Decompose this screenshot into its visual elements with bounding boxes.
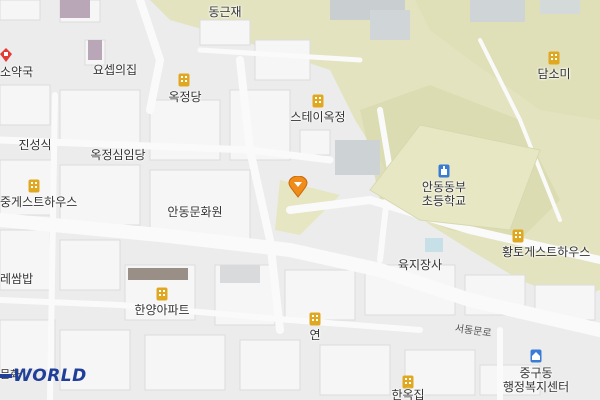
map-base-layer bbox=[0, 0, 600, 400]
poi-building-icon[interactable] bbox=[309, 311, 321, 326]
office-icon[interactable] bbox=[530, 348, 542, 363]
poi-building-icon[interactable] bbox=[178, 72, 190, 87]
poi-building-icon[interactable] bbox=[402, 374, 414, 389]
poi-building-icon[interactable] bbox=[28, 178, 40, 193]
vworld-logo: WORLD bbox=[0, 366, 87, 386]
label-ssambap: 레쌈밥 bbox=[0, 272, 34, 286]
label-jungu-office: 중구동 행정복지센터 bbox=[502, 366, 570, 394]
label-okjeongsim: 옥정심임당 bbox=[90, 148, 146, 162]
school-icon[interactable] bbox=[438, 163, 450, 178]
label-school: 안동동부 초등학교 bbox=[421, 180, 467, 208]
poi-building-icon[interactable] bbox=[312, 93, 324, 108]
poi-building-icon[interactable] bbox=[156, 286, 168, 301]
label-yukji: 육지장사 bbox=[397, 258, 443, 272]
label-okjeongdang: 옥정당 bbox=[168, 90, 202, 104]
label-yosep: 요셉의집 bbox=[92, 63, 138, 77]
label-stay: 스테이옥정 bbox=[290, 110, 346, 124]
label-dongeunjae: 동근재 bbox=[208, 5, 242, 19]
pharmacy-icon[interactable] bbox=[0, 47, 12, 62]
label-damsomi: 담소미 bbox=[537, 67, 571, 81]
poi-building-icon[interactable] bbox=[548, 50, 560, 65]
location-pin-icon[interactable] bbox=[288, 175, 308, 198]
label-yakguk: 소약국 bbox=[0, 65, 34, 79]
map-view[interactable]: 동근재 소약국 요셉의집 옥정당 스테이옥정 담소미 진성식 옥정심임당 중게스… bbox=[0, 0, 600, 400]
poi-building-icon[interactable] bbox=[512, 228, 524, 243]
logo-text: WORLD bbox=[13, 366, 87, 386]
label-andong-culture: 안동문화원 bbox=[167, 205, 223, 219]
label-hanyang: 한양아파트 bbox=[134, 303, 190, 317]
label-hanok: 한옥집 bbox=[391, 388, 425, 400]
label-jinseongsik: 진성식 bbox=[18, 138, 52, 152]
label-guesthouse-jung: 중게스트하우스 bbox=[0, 195, 78, 209]
label-yeon: 연 bbox=[309, 328, 321, 342]
label-hwangto: 황토게스트하우스 bbox=[502, 245, 591, 259]
